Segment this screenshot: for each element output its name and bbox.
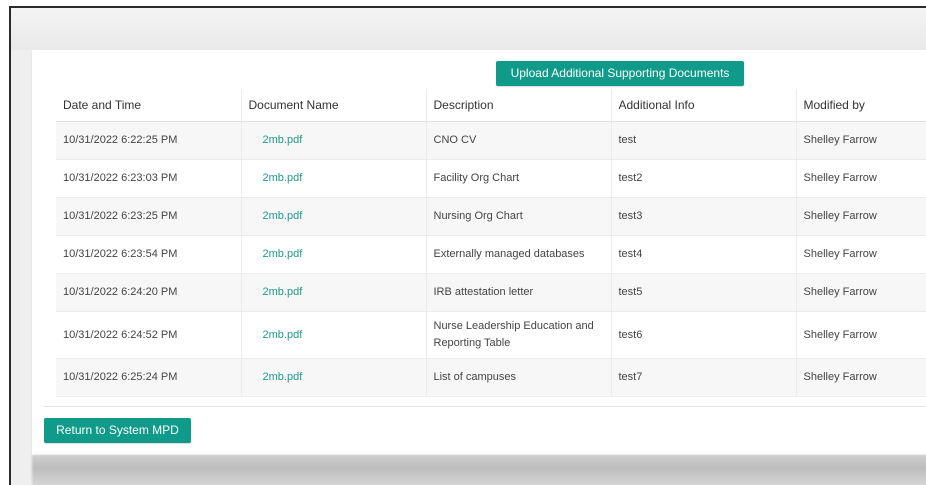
column-header-date[interactable]: Date and Time: [56, 89, 241, 122]
document-link[interactable]: 2mb.pdf: [263, 172, 303, 184]
cell-modified-by: Shelley Farrow: [795, 311, 926, 359]
column-header-info[interactable]: Additional Info: [610, 89, 796, 122]
cell-info: test5: [610, 273, 796, 312]
cell-modified-by: Shelley Farrow: [795, 273, 926, 312]
cell-modified-by: Shelley Farrow: [795, 358, 926, 397]
upload-documents-button[interactable]: Upload Additional Supporting Documents: [496, 61, 744, 86]
cell-description: Nursing Org Chart: [425, 197, 611, 236]
cell-info: test7: [610, 358, 796, 397]
return-to-system-mpd-button[interactable]: Return to System MPD: [44, 418, 191, 443]
bottom-shadow: [32, 455, 926, 485]
cell-date: 10/31/2022 6:23:25 PM: [56, 197, 241, 236]
cell-info: test: [610, 121, 796, 160]
column-header-description[interactable]: Description: [425, 89, 611, 122]
cell-info: test4: [610, 235, 796, 274]
table-row: 10/31/2022 6:23:03 PM 2mb.pdf Facility O…: [56, 159, 926, 198]
column-header-modified-by[interactable]: Modified by: [795, 89, 926, 122]
cell-description: Externally managed databases: [425, 235, 611, 274]
cell-date: 10/31/2022 6:24:52 PM: [56, 311, 241, 359]
table-row: 10/31/2022 6:23:54 PM 2mb.pdf Externally…: [56, 235, 926, 274]
footer-divider: [44, 406, 926, 407]
cell-description: Facility Org Chart: [425, 159, 611, 198]
table-row: 10/31/2022 6:24:52 PM 2mb.pdf Nurse Lead…: [56, 311, 926, 359]
cell-modified-by: Shelley Farrow: [795, 235, 926, 274]
cell-modified-by: Shelley Farrow: [795, 121, 926, 160]
document-link[interactable]: 2mb.pdf: [263, 371, 303, 383]
cell-date: 10/31/2022 6:24:20 PM: [56, 273, 241, 312]
documents-table: Date and Time Document Name Description …: [56, 89, 926, 397]
document-link[interactable]: 2mb.pdf: [263, 329, 303, 341]
document-link[interactable]: 2mb.pdf: [263, 134, 303, 146]
cell-description: Nurse Leadership Education and Reporting…: [425, 311, 611, 359]
cell-date: 10/31/2022 6:23:54 PM: [56, 235, 241, 274]
cell-date: 10/31/2022 6:23:03 PM: [56, 159, 241, 198]
table-row: 10/31/2022 6:24:20 PM 2mb.pdf IRB attest…: [56, 273, 926, 312]
document-link[interactable]: 2mb.pdf: [263, 286, 303, 298]
cell-description: CNO CV: [425, 121, 611, 160]
cell-date: 10/31/2022 6:25:24 PM: [56, 358, 241, 397]
cell-description: IRB attestation letter: [425, 273, 611, 312]
table-row: 10/31/2022 6:23:25 PM 2mb.pdf Nursing Or…: [56, 197, 926, 236]
document-link[interactable]: 2mb.pdf: [263, 210, 303, 222]
column-header-document[interactable]: Document Name: [240, 89, 426, 122]
document-link[interactable]: 2mb.pdf: [263, 248, 303, 260]
cell-info: test3: [610, 197, 796, 236]
cell-description: List of campuses: [425, 358, 611, 397]
screenshot-frame: Upload Additional Supporting Documents D…: [9, 6, 926, 485]
cell-info: test2: [610, 159, 796, 198]
table-row: 10/31/2022 6:22:25 PM 2mb.pdf CNO CV tes…: [56, 121, 926, 160]
page-header-area: [11, 8, 926, 50]
table-header-row: Date and Time Document Name Description …: [56, 89, 926, 122]
cell-modified-by: Shelley Farrow: [795, 197, 926, 236]
documents-panel: Upload Additional Supporting Documents D…: [32, 50, 926, 455]
cell-date: 10/31/2022 6:22:25 PM: [56, 121, 241, 160]
cell-modified-by: Shelley Farrow: [795, 159, 926, 198]
cell-info: test6: [610, 311, 796, 359]
table-row: 10/31/2022 6:25:24 PM 2mb.pdf List of ca…: [56, 358, 926, 397]
